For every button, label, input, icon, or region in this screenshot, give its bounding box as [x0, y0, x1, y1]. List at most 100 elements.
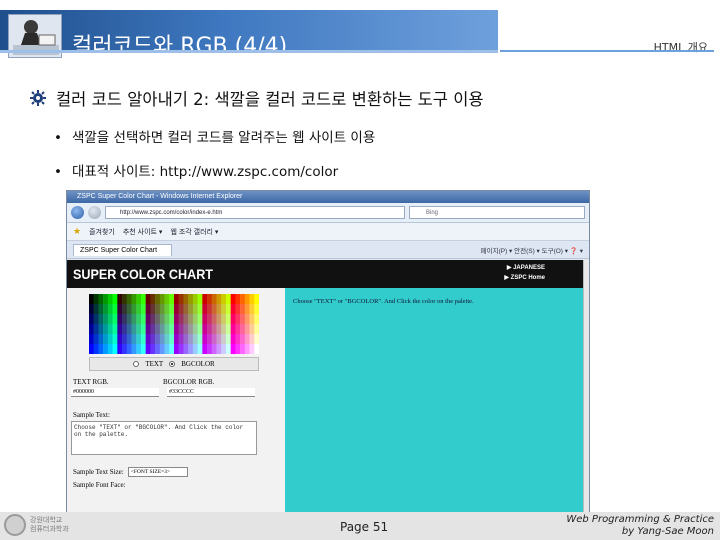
palette-swatch[interactable] [254, 334, 259, 340]
palette-swatch[interactable] [117, 309, 123, 315]
palette-swatch[interactable] [244, 329, 250, 335]
palette-swatch[interactable] [207, 294, 212, 300]
palette-swatch[interactable] [122, 329, 127, 335]
palette-swatch[interactable] [183, 309, 189, 315]
palette-swatch[interactable] [235, 299, 241, 305]
palette-swatch[interactable] [98, 304, 104, 310]
palette-swatch[interactable] [178, 319, 184, 325]
palette-swatch[interactable] [221, 334, 227, 340]
palette-swatch[interactable] [235, 339, 241, 345]
palette-swatch[interactable] [117, 329, 123, 335]
palette-swatch[interactable] [197, 334, 203, 340]
palette-swatch[interactable] [155, 309, 161, 315]
palette-swatch[interactable] [164, 344, 170, 350]
color-palette[interactable] [89, 294, 259, 354]
palette-swatch[interactable] [122, 349, 127, 354]
palette-swatch[interactable] [140, 299, 146, 305]
palette-swatch[interactable] [122, 314, 127, 320]
palette-swatch[interactable] [188, 304, 194, 310]
palette-swatch[interactable] [98, 314, 104, 320]
palette-swatch[interactable] [230, 314, 236, 320]
palette-swatch[interactable] [103, 339, 109, 345]
palette-swatch[interactable] [216, 319, 222, 325]
palette-swatch[interactable] [89, 339, 94, 345]
palette-swatch[interactable] [145, 349, 151, 354]
palette-swatch[interactable] [140, 339, 146, 345]
palette-swatch[interactable] [240, 349, 246, 354]
palette-swatch[interactable] [117, 314, 123, 320]
palette-swatch[interactable] [244, 319, 250, 325]
palette-swatch[interactable] [183, 294, 189, 300]
palette-swatch[interactable] [254, 344, 259, 350]
palette-swatch[interactable] [178, 304, 184, 310]
palette-swatch[interactable] [103, 304, 109, 310]
palette-swatch[interactable] [183, 349, 189, 354]
palette-swatch[interactable] [225, 339, 231, 345]
palette-swatch[interactable] [93, 299, 99, 305]
palette-swatch[interactable] [235, 304, 241, 310]
palette-swatch[interactable] [235, 324, 241, 330]
palette-swatch[interactable] [117, 344, 123, 350]
palette-swatch[interactable] [235, 334, 241, 340]
palette-swatch[interactable] [131, 314, 137, 320]
palette-swatch[interactable] [197, 319, 203, 325]
palette-swatch[interactable] [230, 344, 236, 350]
palette-swatch[interactable] [107, 339, 113, 345]
palette-swatch[interactable] [225, 324, 231, 330]
palette-swatch[interactable] [164, 299, 170, 305]
palette-swatch[interactable] [192, 309, 198, 315]
palette-swatch[interactable] [93, 319, 99, 325]
palette-swatch[interactable] [150, 324, 156, 330]
palette-swatch[interactable] [240, 324, 246, 330]
palette-swatch[interactable] [93, 339, 99, 345]
palette-swatch[interactable] [126, 349, 132, 354]
palette-swatch[interactable] [122, 299, 127, 305]
palette-swatch[interactable] [202, 294, 208, 300]
palette-swatch[interactable] [169, 294, 175, 300]
palette-swatch[interactable] [174, 339, 179, 345]
palette-swatch[interactable] [207, 299, 212, 305]
palette-swatch[interactable] [235, 314, 241, 320]
palette-swatch[interactable] [136, 334, 142, 340]
palette-swatch[interactable] [202, 349, 208, 354]
palette-swatch[interactable] [122, 309, 127, 315]
palette-swatch[interactable] [107, 344, 113, 350]
link-japanese[interactable]: JAPANESE [507, 264, 545, 271]
palette-swatch[interactable] [211, 319, 217, 325]
palette-swatch[interactable] [230, 339, 236, 345]
palette-swatch[interactable] [249, 299, 255, 305]
palette-swatch[interactable] [230, 299, 236, 305]
palette-swatch[interactable] [174, 324, 179, 330]
palette-swatch[interactable] [188, 314, 194, 320]
text-rgb-field[interactable]: #000000 [71, 388, 159, 397]
palette-swatch[interactable] [221, 339, 227, 345]
palette-swatch[interactable] [136, 329, 142, 335]
palette-swatch[interactable] [240, 329, 246, 335]
palette-swatch[interactable] [131, 344, 137, 350]
palette-swatch[interactable] [174, 329, 179, 335]
palette-swatch[interactable] [169, 334, 175, 340]
palette-swatch[interactable] [230, 319, 236, 325]
palette-swatch[interactable] [136, 324, 142, 330]
palette-swatch[interactable] [216, 314, 222, 320]
radio-bgcolor[interactable] [169, 361, 176, 367]
palette-swatch[interactable] [240, 309, 246, 315]
palette-swatch[interactable] [169, 324, 175, 330]
palette-swatch[interactable] [169, 304, 175, 310]
palette-swatch[interactable] [216, 294, 222, 300]
palette-swatch[interactable] [150, 334, 156, 340]
link-zspc-home[interactable]: ZSPC Home [504, 274, 545, 281]
palette-swatch[interactable] [136, 344, 142, 350]
palette-swatch[interactable] [131, 324, 137, 330]
palette-swatch[interactable] [98, 294, 104, 300]
favorites-label[interactable]: 즐겨찾기 [89, 227, 115, 237]
palette-swatch[interactable] [150, 349, 156, 354]
palette-swatch[interactable] [211, 329, 217, 335]
palette-swatch[interactable] [155, 334, 161, 340]
palette-swatch[interactable] [159, 299, 165, 305]
palette-swatch[interactable] [98, 344, 104, 350]
palette-swatch[interactable] [112, 334, 118, 340]
palette-swatch[interactable] [164, 334, 170, 340]
palette-swatch[interactable] [107, 304, 113, 310]
palette-swatch[interactable] [235, 309, 241, 315]
